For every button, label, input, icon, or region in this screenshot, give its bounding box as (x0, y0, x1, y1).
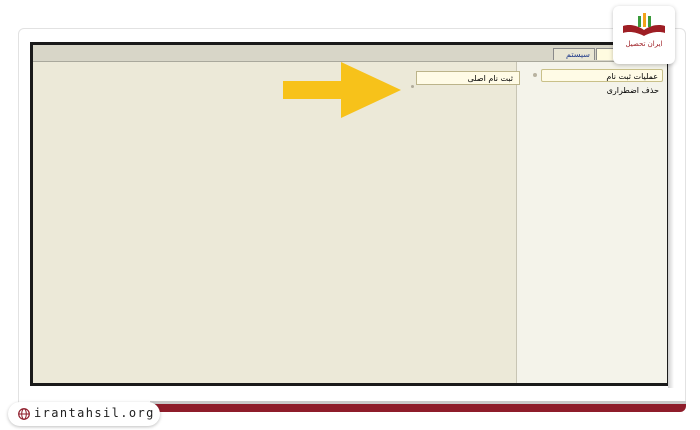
decorative-divider (150, 404, 686, 412)
frame-shadow (668, 44, 674, 388)
sidebar-item-emergency-delete[interactable]: حذف اضطراری (607, 86, 659, 95)
bullet-icon (533, 73, 537, 77)
arrow-right-icon (283, 62, 401, 118)
sidebar-item-registration-operations[interactable]: عملیات ثبت نام (541, 69, 663, 82)
bullet-icon (411, 85, 414, 88)
site-badge[interactable]: irantahsil.org (8, 402, 160, 426)
tab-bar: ثبت نام سیستم (33, 45, 667, 62)
book-logo-icon (623, 13, 665, 36)
logo-text: ایران تحصیل (625, 40, 663, 48)
brand-logo: ایران تحصیل (613, 6, 675, 64)
tab-system[interactable]: سیستم (553, 48, 595, 60)
main-registration-button[interactable]: ثبت نام اصلی (416, 71, 520, 85)
site-url[interactable]: irantahsil.org (34, 406, 155, 420)
sidebar: عملیات ثبت نام حذف اضطراری (516, 62, 667, 383)
globe-icon (18, 408, 30, 420)
